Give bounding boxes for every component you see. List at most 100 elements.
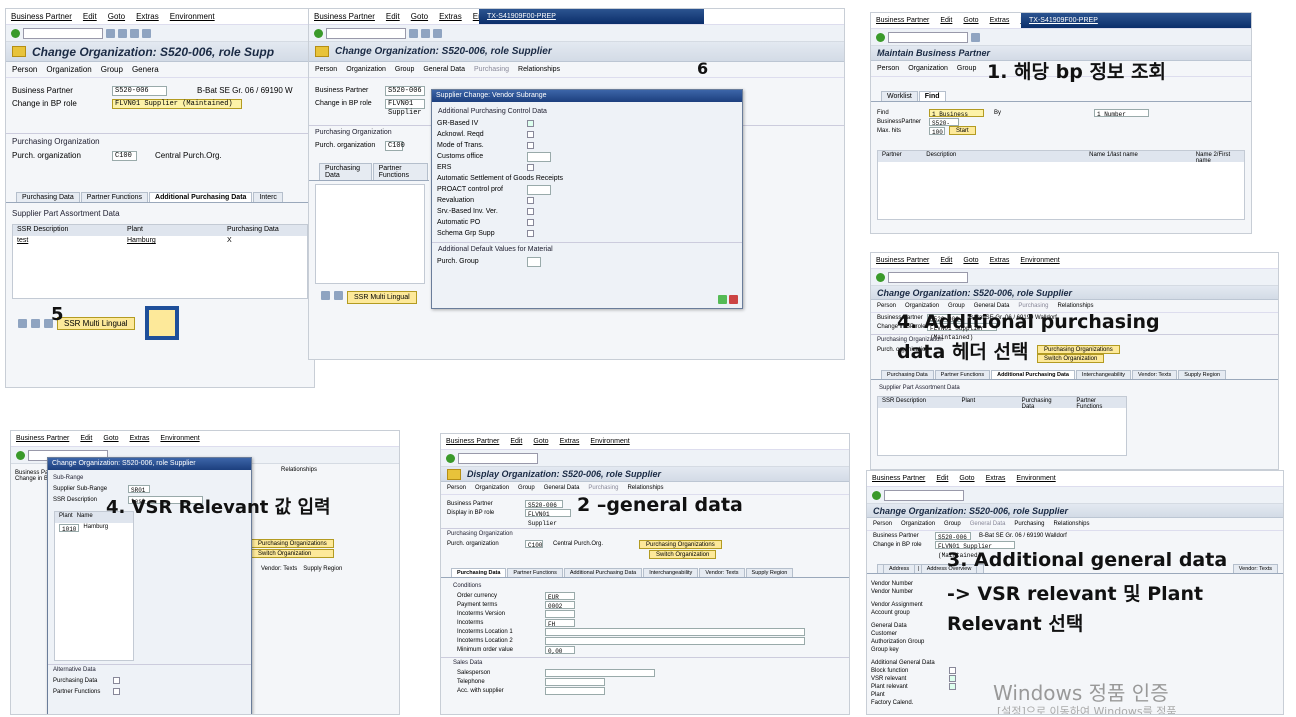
- tab-partner-functions[interactable]: Partner Functions: [372, 163, 428, 180]
- group-button[interactable]: Group: [948, 303, 965, 309]
- command-field[interactable]: [326, 27, 406, 39]
- tab-interc[interactable]: Interc: [253, 192, 283, 202]
- back-icon[interactable]: [421, 28, 430, 38]
- switch-org-button[interactable]: Switch Organization: [251, 549, 334, 558]
- role-field[interactable]: FLVN01 Supplier: [385, 98, 425, 117]
- relationships-button[interactable]: Relationships: [627, 485, 663, 491]
- purchasing-orgs-button[interactable]: Purchasing Organizations: [251, 539, 334, 548]
- general-data-button[interactable]: General Data: [970, 521, 1006, 527]
- role-field[interactable]: FLVN01 Supplier (Maintained): [935, 540, 1015, 559]
- relationships-button[interactable]: Relationships: [1053, 521, 1089, 527]
- tab-interchangeability[interactable]: Interchangeability: [643, 568, 699, 577]
- bp-field[interactable]: S520-006: [112, 85, 167, 96]
- save-icon[interactable]: [971, 32, 980, 42]
- purchasing-button[interactable]: Purchasing: [1018, 303, 1048, 309]
- salesperson-field[interactable]: [545, 668, 655, 677]
- organization-button[interactable]: Organization: [901, 521, 935, 527]
- edit-icon[interactable]: [31, 318, 40, 328]
- checkbox[interactable]: [527, 230, 534, 237]
- acc-supplier-field[interactable]: [545, 686, 605, 695]
- ok-icon[interactable]: [876, 32, 885, 42]
- tab-vendor-texts[interactable]: Vendor: Texts: [261, 566, 297, 572]
- back-icon[interactable]: [118, 28, 127, 38]
- po-field[interactable]: C100: [385, 140, 405, 151]
- plant-field[interactable]: 1010: [59, 524, 80, 533]
- menu-business-partner[interactable]: Business Partner: [876, 257, 929, 264]
- ok-icon[interactable]: [16, 450, 25, 460]
- start-button[interactable]: Start: [949, 126, 976, 135]
- edit-icon[interactable]: [334, 291, 343, 300]
- tab-supply-region[interactable]: Supply Region: [745, 568, 794, 577]
- menu-goto[interactable]: Goto: [533, 438, 548, 445]
- cancel-icon[interactable]: [729, 295, 738, 304]
- menu-edit[interactable]: Edit: [80, 435, 92, 442]
- switch-org-button[interactable]: Switch Organization: [649, 549, 717, 559]
- tab-purchasing-data[interactable]: Purchasing Data: [451, 568, 507, 577]
- menu-environment[interactable]: Environment: [170, 12, 215, 21]
- menu-business-partner[interactable]: Business Partner: [446, 438, 499, 445]
- confirm-icon[interactable]: [718, 295, 727, 304]
- menu-extras[interactable]: Extras: [136, 12, 159, 21]
- menu-edit[interactable]: Edit: [510, 438, 522, 445]
- menu-edit[interactable]: Edit: [936, 475, 948, 482]
- block-function-checkbox[interactable]: [949, 667, 956, 674]
- ok-icon[interactable]: [314, 28, 323, 38]
- bp-field[interactable]: S520-006: [385, 85, 425, 96]
- condition-field[interactable]: [545, 609, 575, 618]
- save-icon[interactable]: [106, 28, 115, 38]
- telephone-field[interactable]: [545, 677, 605, 686]
- purchasing-button[interactable]: Purchasing: [1014, 521, 1044, 527]
- ok-icon[interactable]: [872, 490, 881, 500]
- condition-field[interactable]: [545, 627, 805, 636]
- person-button[interactable]: Person: [447, 485, 466, 491]
- bp-field[interactable]: S520-006: [525, 499, 563, 509]
- menu-extras[interactable]: Extras: [986, 475, 1006, 482]
- person-button[interactable]: Person: [877, 303, 896, 309]
- organization-button[interactable]: Organization: [346, 66, 386, 73]
- purchasing-orgs-button[interactable]: Purchasing Organizations: [1037, 345, 1120, 354]
- bp-field[interactable]: S520-006: [935, 531, 971, 541]
- cancel-icon[interactable]: [142, 28, 151, 38]
- checkbox[interactable]: [527, 219, 534, 226]
- relationships-button[interactable]: Relationships: [1057, 303, 1093, 309]
- tab-additional-purchasing[interactable]: Additional Purchasing Data: [991, 370, 1075, 379]
- partner-functions-checkbox[interactable]: [113, 688, 120, 695]
- input[interactable]: [527, 256, 541, 267]
- command-field[interactable]: [888, 271, 968, 283]
- ok-icon[interactable]: [876, 272, 885, 282]
- purchasing-orgs-button[interactable]: Purchasing Organizations: [639, 539, 722, 549]
- checkbox[interactable]: [527, 164, 534, 171]
- tab-worklist[interactable]: Worklist: [881, 91, 918, 101]
- exit-icon[interactable]: [130, 28, 139, 38]
- menu-goto[interactable]: Goto: [963, 257, 978, 264]
- purchasing-button[interactable]: Purchasing: [474, 66, 509, 73]
- general-data-button[interactable]: General Data: [423, 66, 465, 73]
- purchasing-button[interactable]: Purchasing: [588, 485, 618, 491]
- menu-edit[interactable]: Edit: [940, 17, 952, 24]
- cell-pd[interactable]: X: [227, 237, 232, 246]
- condition-field[interactable]: [545, 636, 805, 645]
- new-icon[interactable]: [321, 291, 330, 300]
- ok-icon[interactable]: [11, 28, 20, 38]
- tab-supply-region[interactable]: Supply Region: [1178, 370, 1227, 379]
- new-icon[interactable]: [18, 318, 27, 328]
- command-field[interactable]: [458, 452, 538, 464]
- menu-goto[interactable]: Goto: [103, 435, 118, 442]
- menu-extras[interactable]: Extras: [439, 12, 462, 21]
- checkbox[interactable]: [527, 142, 534, 149]
- exit-icon[interactable]: [433, 28, 442, 38]
- organization-button[interactable]: Organization: [905, 303, 939, 309]
- tab-purchasing-data[interactable]: Purchasing Data: [319, 163, 372, 180]
- checkbox[interactable]: [527, 208, 534, 215]
- menu-extras[interactable]: Extras: [990, 257, 1010, 264]
- menu-goto[interactable]: Goto: [959, 475, 974, 482]
- group-button[interactable]: Group: [944, 521, 961, 527]
- command-field[interactable]: [888, 31, 968, 43]
- ssr-multilingual-button[interactable]: SSR Multi Lingual: [57, 316, 135, 330]
- menu-business-partner[interactable]: Business Partner: [872, 475, 925, 482]
- organization-button[interactable]: Organization: [908, 65, 948, 72]
- plant-relevant-checkbox[interactable]: [949, 683, 956, 690]
- purchasing-data-checkbox[interactable]: [113, 677, 120, 684]
- tab-vendor-texts[interactable]: Vendor: Texts: [699, 568, 745, 577]
- menu-business-partner[interactable]: Business Partner: [11, 12, 72, 21]
